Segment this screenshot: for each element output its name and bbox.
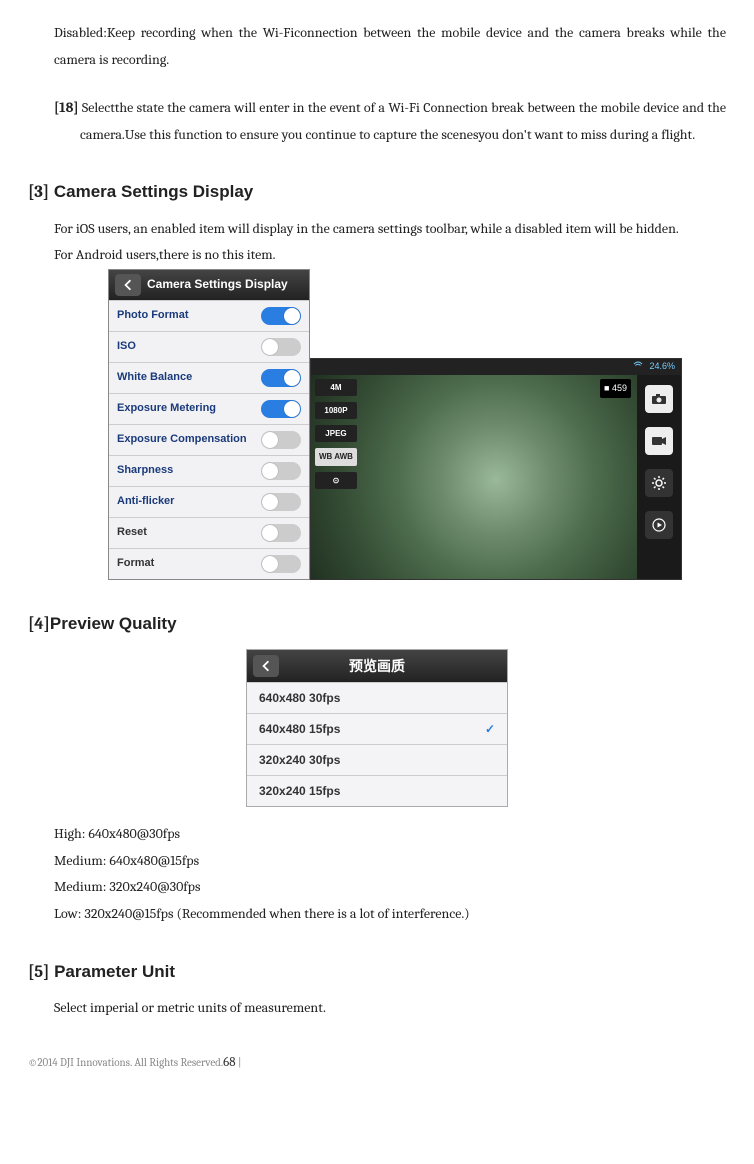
gear-icon [652,476,666,490]
pq-row[interactable]: 320x240 15fps [247,775,507,806]
sec3-p1: For iOS users, an enabled item will disp… [54,216,726,243]
csd-row-label: Format [117,553,154,574]
heading-3-text: Camera Settings Display [49,182,253,201]
pq-header: 预览画质 [247,650,507,682]
csd-row-anti-flicker[interactable]: Anti-flicker [109,486,309,517]
heading-parameter-unit: [5] Parameter Unit [28,956,726,989]
pq-line-2: Medium: 320x240@30fps [54,874,726,901]
item-18-text: Selectthe state the camera will enter in… [79,99,727,143]
sec5-p1: Select imperial or metric units of measu… [54,995,726,1022]
pq-back-button[interactable] [253,655,279,677]
csd-header: Camera Settings Display [109,270,309,300]
csd-row-label: Photo Format [117,305,189,326]
cam-pill[interactable]: 4M [315,379,357,396]
cam-pill[interactable]: JPEG [315,425,357,442]
csd-row-white-balance[interactable]: White Balance [109,362,309,393]
cam-counter: ■ 459 [600,379,631,398]
csd-row-exposure-metering[interactable]: Exposure Metering [109,393,309,424]
video-icon [651,435,667,447]
toggle-switch[interactable] [261,400,301,418]
toggle-switch[interactable] [261,524,301,542]
heading-4-text: Preview Quality [50,614,177,633]
camera-live-preview: 24.6% ■ 459 4M 1080P JPEG WB AWB ⊙ [310,358,682,580]
check-icon: ✓ [485,718,495,741]
sec3-p2: For Android users,there is no this item. [54,242,726,269]
pq-line-0: High: 640x480@30fps [54,821,726,848]
camera-icon [651,393,667,405]
toggle-switch[interactable] [261,307,301,325]
pq-title: 预览画质 [349,653,405,680]
copyright: ©2014 DJI Innovations. All Rights Reserv… [28,1056,223,1069]
toggle-switch[interactable] [261,431,301,449]
playback-button[interactable] [645,511,673,539]
images-row: Camera Settings Display Photo Format ISO W… [108,269,726,580]
csd-row-photo-format[interactable]: Photo Format [109,300,309,331]
cam-pill[interactable]: 1080P [315,402,357,419]
csd-row-label: Exposure Metering [117,398,216,419]
heading-4-num: [4] [28,615,50,634]
pq-row-label: 640x480 30fps [259,687,340,710]
page-footer: ©2014 DJI Innovations. All Rights Reserv… [28,1051,726,1076]
pq-row-label: 320x240 30fps [259,749,340,772]
play-icon [652,518,666,532]
heading-preview-quality: [4]Preview Quality [28,608,726,641]
pq-row[interactable]: 320x240 30fps [247,744,507,775]
csd-row-label: Anti-flicker [117,491,174,512]
csd-row-iso[interactable]: ISO [109,331,309,362]
item-18: [18] Selectthe state the camera will ent… [54,95,726,148]
csd-row-label: Sharpness [117,460,173,481]
pq-line-3: Low: 320x240@15fps (Recommended when the… [54,901,726,928]
csd-row-format[interactable]: Format [109,548,309,579]
csd-row-reset[interactable]: Reset [109,517,309,548]
shutter-video-button[interactable] [645,427,673,455]
item-18-num: [18] [54,99,79,116]
pq-row-label: 320x240 15fps [259,780,340,803]
camera-settings-display-panel: Camera Settings Display Photo Format ISO W… [108,269,310,580]
pq-row-label: 640x480 15fps [259,718,340,741]
back-button[interactable] [115,274,141,296]
toggle-switch[interactable] [261,462,301,480]
cam-left-pills: 4M 1080P JPEG WB AWB ⊙ [315,379,357,489]
heading-5-text: Parameter Unit [49,962,175,981]
csd-row-label: White Balance [117,367,192,388]
back-arrow-icon [260,660,272,672]
cam-status-bar: 24.6% [311,359,681,375]
csd-row-sharpness[interactable]: Sharpness [109,455,309,486]
cam-pill[interactable]: ⊙ [315,472,357,489]
csd-row-label: Reset [117,522,147,543]
wifi-icon [633,358,643,375]
back-arrow-icon [122,279,134,291]
battery-percent: 24.6% [649,358,675,375]
heading-3-num: [3] [28,183,49,202]
csd-row-label: Exposure Compensation [117,429,247,450]
page-number: 68 [223,1055,235,1070]
toggle-switch[interactable] [261,555,301,573]
preview-quality-panel: 预览画质 640x480 30fps 640x480 15fps ✓ 320x240 … [246,649,508,807]
csd-row-exposure-compensation[interactable]: Exposure Compensation [109,424,309,455]
heading-camera-settings-display: [3] Camera Settings Display [28,176,726,209]
paragraph-disabled: Disabled:Keep recording when the Wi-Fico… [54,20,726,73]
footer-bar: | [236,1056,242,1069]
settings-button[interactable] [645,469,673,497]
pq-line-1: Medium: 640x480@15fps [54,848,726,875]
shutter-photo-button[interactable] [645,385,673,413]
csd-title: Camera Settings Display [147,273,288,296]
pq-row[interactable]: 640x480 30fps [247,682,507,713]
csd-row-label: ISO [117,336,136,357]
cam-right-controls [637,375,681,579]
toggle-switch[interactable] [261,338,301,356]
toggle-switch[interactable] [261,493,301,511]
cam-pill[interactable]: WB AWB [315,448,357,465]
toggle-switch[interactable] [261,369,301,387]
pq-row[interactable]: 640x480 15fps ✓ [247,713,507,744]
cam-counter-value: 459 [612,383,627,393]
heading-5-num: [5] [28,963,49,982]
